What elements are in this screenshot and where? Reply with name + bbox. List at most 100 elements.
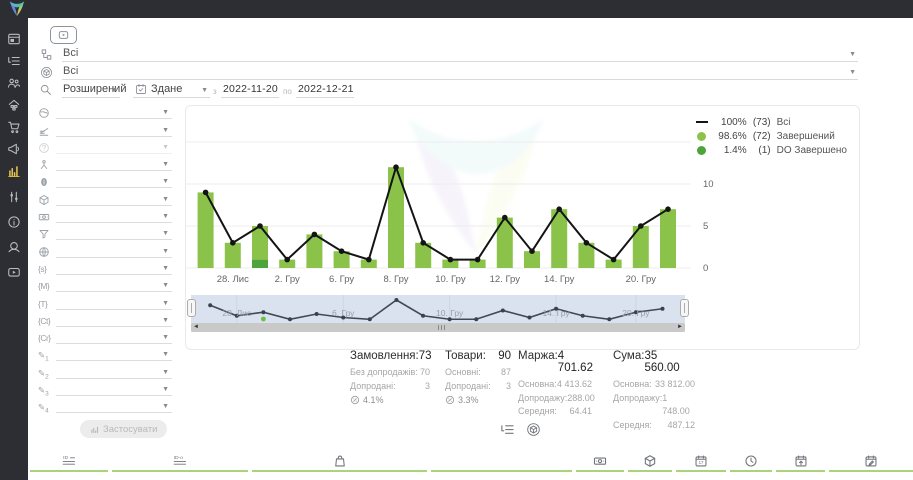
filter-select-16[interactable]: ▼ [56, 382, 172, 396]
pencil-4-icon: ✎4 [38, 401, 50, 413]
package-circle-icon [40, 66, 53, 79]
table-header-col-banknote-icon[interactable] [576, 452, 624, 472]
stat-title: Замовлення: [350, 350, 419, 362]
filter-select-0[interactable]: ▼ [56, 105, 172, 119]
stat-sub-value: 487.12 [667, 419, 695, 433]
search-mode-select[interactable]: Розширений ▼ [62, 80, 120, 98]
scrollbar-grip[interactable] [438, 325, 446, 330]
orders-list-toggle-list-tree-icon[interactable] [500, 422, 515, 437]
filter-select-3[interactable]: ▼ [56, 157, 172, 171]
chevron-down-icon: ▼ [162, 248, 169, 256]
chevron-down-icon: ▼ [162, 196, 169, 204]
table-header-col-calendar-date-icon[interactable]: 17 [676, 452, 726, 472]
video-tutorial-button[interactable] [50, 26, 77, 44]
filter-row-tag-9: {s}▼ [38, 260, 172, 277]
chevron-down-icon: ▼ [162, 403, 169, 411]
table-header-col-id-list-icon[interactable]: ID [30, 452, 108, 472]
filter-select-2[interactable]: ▼ [56, 140, 172, 154]
scroll-left-icon[interactable]: ◄ [191, 323, 201, 332]
svg-text:6. Гру: 6. Гру [329, 274, 354, 285]
legend-item-1[interactable]: 98.6%(72)Завершений [693, 129, 847, 143]
svg-text:ID-o: ID-o [174, 455, 184, 461]
sidebar-item-purchases-cart-icon[interactable] [7, 120, 21, 134]
webglobe-icon [38, 246, 50, 258]
legend-label: Завершений [775, 131, 847, 142]
legend-item-0[interactable]: 100%(73)Всі [693, 115, 847, 129]
search-icon [39, 83, 52, 96]
stat-value: 73 [419, 350, 432, 362]
filter-select-15[interactable]: ▼ [56, 365, 172, 379]
chevron-down-icon: ▼ [162, 161, 169, 169]
filter-select-4[interactable]: ▼ [56, 174, 172, 188]
scroll-right-icon[interactable]: ► [675, 323, 685, 332]
date-to-field[interactable]: 2022-12-21 [296, 80, 354, 98]
filter-select-7[interactable]: ▼ [56, 226, 172, 240]
filter-select-6[interactable]: ▼ [56, 209, 172, 223]
legend-count: (73) [747, 117, 775, 128]
chevron-down-icon: ▼ [162, 109, 169, 117]
table-header-col-bag-icon[interactable] [252, 452, 427, 472]
stat-sub-label: Без допродажів: [350, 366, 418, 380]
sidebar-item-automation-sliders-icon[interactable] [7, 190, 21, 204]
sidebar-item-orders-list-tree-icon[interactable] [7, 54, 21, 68]
filter-select-17[interactable]: ▼ [56, 399, 172, 413]
stat-column-2: Маржа:4 701.62Основна:4 413.62Допродажу:… [518, 350, 592, 419]
product-filter-select[interactable]: Всі ▼ [62, 62, 858, 80]
filter-select-12[interactable]: ▼ [56, 313, 172, 327]
filter-select-8[interactable]: ▼ [56, 244, 172, 258]
app-logo-icon[interactable] [5, 0, 29, 20]
filter-select-14[interactable]: ▼ [56, 347, 172, 361]
stat-value: 4 701.62 [558, 350, 593, 374]
sidebar-item-customers-users-icon[interactable] [7, 76, 21, 90]
legend-dot-swatch [697, 132, 706, 141]
source-filter-select[interactable]: Всі ▼ [62, 44, 858, 62]
legend-item-2[interactable]: 1.4%(1)DO Завершено [693, 143, 847, 157]
filter-select-13[interactable]: ▼ [56, 330, 172, 344]
navigator-right-handle[interactable] [680, 299, 689, 317]
funnel-icon [38, 228, 50, 240]
chevron-down-icon: ▼ [849, 51, 856, 59]
sidebar-item-tutorials-video-icon[interactable] [7, 265, 21, 279]
navigator-scrollbar[interactable]: ◄ ► [191, 323, 685, 332]
chart-navigator[interactable]: 28. Лис6. Гру10. Гру14. Гру20. Гру [191, 295, 685, 323]
date-from-field[interactable]: 2022-11-20 [221, 80, 279, 98]
table-header-col-package-icon[interactable] [628, 452, 672, 472]
sidebar-item-services-globe-hands-icon[interactable] [7, 240, 21, 254]
chevron-down-icon: ▼ [111, 87, 118, 95]
date-to-label: по [283, 87, 292, 96]
pencil-1-icon: ✎1 [38, 349, 50, 361]
stat-sub-label: Середня: [518, 405, 557, 419]
table-header-col-id-o-icon[interactable]: ID-o [112, 452, 248, 472]
chevron-down-icon: ▼ [162, 127, 169, 135]
filter-row-help-circle-icon-2: ▼ [38, 139, 172, 156]
sidebar-item-analytics-analytics-icon[interactable] [7, 164, 21, 178]
sidebar-item-info-info-icon[interactable] [7, 215, 21, 229]
clock-icon [744, 454, 758, 468]
table-header-col-empty[interactable] [431, 452, 572, 472]
calendar-export-icon [794, 454, 808, 468]
stat-sub-label: Допродажу: [613, 392, 662, 419]
legend-percent: 1.4% [711, 145, 747, 156]
sidebar-item-dashboard-window-icon[interactable] [7, 32, 21, 46]
apply-button[interactable]: Застосувати [80, 420, 167, 438]
date-type-select[interactable]: Здане ▼ [133, 80, 210, 98]
filter-select-10[interactable]: ▼ [56, 278, 172, 292]
filter-select-1[interactable]: ▼ [56, 123, 172, 137]
table-header-col-calendar-export-icon[interactable] [776, 452, 825, 472]
filter-select-11[interactable]: ▼ [56, 296, 172, 310]
fingerprint-icon [38, 176, 50, 188]
navigator-left-handle[interactable] [187, 299, 196, 317]
products-toggle-package-circle-icon[interactable] [526, 422, 541, 437]
filter-select-5[interactable]: ▼ [56, 192, 172, 206]
table-header-col-calendar-edit-icon[interactable] [829, 452, 913, 472]
filter-row-pencil-icon-16: ✎3▼ [38, 381, 172, 398]
filter-select-9[interactable]: ▼ [56, 261, 172, 275]
chevron-down-icon: ▼ [162, 230, 169, 238]
table-header-col-clock-icon[interactable] [730, 452, 772, 472]
sidebar-item-marketing-megaphone-icon[interactable] [7, 142, 21, 156]
sidebar-item-warehouse-home-network-icon[interactable] [7, 98, 21, 112]
banknote-icon [38, 211, 50, 223]
legend-line-swatch [696, 121, 708, 123]
package-icon [643, 454, 657, 468]
chart-legend: 100%(73)Всі98.6%(72)Завершений1.4%(1)DO … [693, 115, 847, 157]
